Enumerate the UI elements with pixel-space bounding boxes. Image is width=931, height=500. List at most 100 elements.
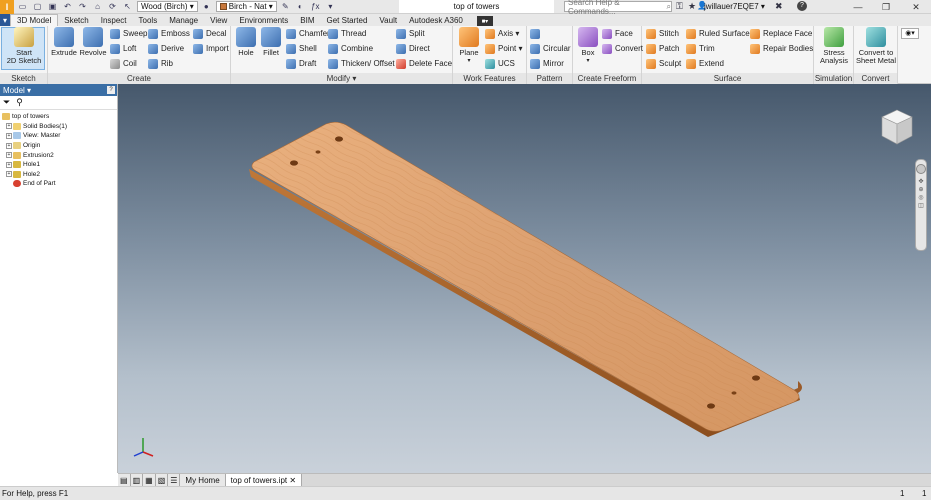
hole-feature[interactable]: [752, 375, 760, 381]
update-icon[interactable]: ⟳: [106, 1, 119, 12]
tab-vault[interactable]: Vault: [373, 14, 403, 26]
convert-button[interactable]: Convert: [602, 42, 643, 55]
viewcube-icon[interactable]: [880, 108, 914, 148]
exchange-icon[interactable]: ✖: [775, 1, 783, 12]
mirror-button[interactable]: Mirror: [530, 57, 564, 70]
filter-icon[interactable]: ⏷: [3, 97, 10, 108]
ruled-surface-button[interactable]: Ruled Surface: [686, 27, 750, 40]
material-dropdown[interactable]: Wood (Birch) ▾: [137, 1, 198, 12]
zoom-icon[interactable]: ⊕: [916, 186, 926, 194]
expand-icon[interactable]: +: [6, 152, 12, 159]
rectangular-pattern-button[interactable]: [530, 27, 543, 40]
adjust-icon[interactable]: ◐: [294, 1, 307, 12]
orbit-icon[interactable]: ◎: [916, 194, 926, 202]
tab-view[interactable]: View: [204, 14, 233, 26]
trim-button[interactable]: Trim: [686, 42, 715, 55]
derive-button[interactable]: Derive: [148, 42, 184, 55]
appearance-icon[interactable]: ●: [200, 1, 213, 12]
ribbon-options-icon[interactable]: ◉▾: [901, 28, 919, 39]
extend-button[interactable]: Extend: [686, 57, 724, 70]
home-icon[interactable]: ⌂: [91, 1, 104, 12]
expand-icon[interactable]: +: [6, 161, 12, 168]
expand-icon[interactable]: +: [6, 123, 12, 130]
arrange-icon[interactable]: ▧: [155, 474, 169, 486]
sweep-button[interactable]: Sweep: [110, 27, 147, 40]
tab-manage[interactable]: Manage: [163, 14, 204, 26]
tree-item[interactable]: + Solid Bodies(1): [0, 122, 117, 132]
tab-3d-model[interactable]: 3D Model: [10, 14, 59, 26]
thicken-button[interactable]: Thicken/ Offset: [328, 57, 395, 70]
find-icon[interactable]: ⚲: [16, 97, 23, 108]
panel-title-modify[interactable]: Modify ▾: [231, 73, 452, 84]
repair-bodies-button[interactable]: Repair Bodies: [750, 42, 813, 55]
face-button[interactable]: Face: [602, 27, 633, 40]
hole-feature[interactable]: [335, 136, 343, 142]
redo-icon[interactable]: ↷: [76, 1, 89, 12]
tab-top-of-towers[interactable]: top of towers.ipt ✕: [225, 474, 303, 486]
clear-icon[interactable]: ✎: [279, 1, 292, 12]
rib-button[interactable]: Rib: [148, 57, 173, 70]
point-button[interactable]: Point ▾: [485, 42, 522, 55]
part-canvas[interactable]: [118, 84, 931, 473]
loft-button[interactable]: Loft: [110, 42, 136, 55]
cascade-icon[interactable]: ▦: [143, 474, 156, 486]
revolve-button[interactable]: Revolve: [78, 27, 108, 57]
combine-button[interactable]: Combine: [328, 42, 373, 55]
hole-feature[interactable]: [290, 160, 298, 166]
search-icon[interactable]: ⌕: [667, 2, 671, 12]
convert-sheet-metal-button[interactable]: Convert to Sheet Metal: [855, 27, 897, 65]
replace-face-button[interactable]: Replace Face: [750, 27, 812, 40]
draft-button[interactable]: Draft: [286, 57, 316, 70]
circular-button[interactable]: Circular: [530, 42, 571, 55]
tab-environments[interactable]: Environments: [233, 14, 294, 26]
tree-item[interactable]: End of Part: [0, 179, 117, 189]
close-button[interactable]: ✕: [903, 0, 929, 14]
box-button[interactable]: Box ▾: [576, 27, 600, 65]
measure-icon[interactable]: ▾: [324, 1, 337, 12]
stress-analysis-button[interactable]: Stress Analysis: [816, 27, 852, 65]
hole-feature[interactable]: [315, 150, 321, 154]
expand-icon[interactable]: +: [6, 142, 12, 149]
appearance-dropdown[interactable]: Birch - Nat ▾: [215, 1, 277, 12]
pan-icon[interactable]: ✥: [916, 178, 926, 186]
new-icon[interactable]: ▭: [16, 1, 29, 12]
select-icon[interactable]: ↖: [121, 1, 134, 12]
search-input[interactable]: Search Help & Commands... ⌕: [564, 0, 672, 16]
help-icon[interactable]: ?: [797, 1, 807, 11]
tree-item[interactable]: + Hole2: [0, 170, 117, 180]
tab-inspect[interactable]: Inspect: [95, 14, 133, 26]
app-logo-icon[interactable]: I: [0, 0, 14, 14]
axis-button[interactable]: Axis ▾: [485, 27, 519, 40]
tab-tools[interactable]: Tools: [133, 14, 164, 26]
tree-item[interactable]: + Extrusion2: [0, 150, 117, 160]
undo-icon[interactable]: ↶: [61, 1, 74, 12]
patch-button[interactable]: Patch: [646, 42, 679, 55]
shell-button[interactable]: Shell: [286, 42, 317, 55]
subscription-icon[interactable]: ⚿: [676, 1, 683, 12]
maximize-button[interactable]: ❐: [873, 0, 899, 14]
hole-feature[interactable]: [731, 391, 737, 395]
fillet-button[interactable]: Fillet: [258, 27, 284, 57]
decal-button[interactable]: Decal: [193, 27, 226, 40]
tree-item[interactable]: + Hole1: [0, 160, 117, 170]
import-button[interactable]: Import: [193, 42, 229, 55]
ucs-button[interactable]: UCS: [485, 57, 515, 70]
tab-get-started[interactable]: Get Started: [321, 14, 374, 26]
hole-button[interactable]: Hole: [234, 27, 258, 57]
browser-title[interactable]: Model ▾: [3, 86, 31, 95]
app-menu-tab[interactable]: ▾: [0, 14, 11, 26]
user-name[interactable]: jwillauer7EQE7 ▾: [704, 2, 765, 11]
close-tab-icon[interactable]: ✕: [289, 476, 296, 485]
stitch-button[interactable]: Stitch: [646, 27, 679, 40]
tab-sketch[interactable]: Sketch: [58, 14, 94, 26]
save-icon[interactable]: ▣: [46, 1, 59, 12]
tab-bim[interactable]: BIM: [294, 14, 320, 26]
tree-item[interactable]: + View: Master: [0, 131, 117, 141]
sculpt-button[interactable]: Sculpt: [646, 57, 681, 70]
graphics-viewport[interactable]: ✥ ⊕ ◎ ◫: [118, 84, 931, 473]
tree-item[interactable]: top of towers: [0, 112, 117, 122]
plane-button[interactable]: Plane ▾: [456, 27, 482, 65]
minimize-button[interactable]: —: [845, 0, 871, 14]
extrude-button[interactable]: Extrude: [50, 27, 78, 57]
look-at-icon[interactable]: ◫: [916, 202, 926, 210]
